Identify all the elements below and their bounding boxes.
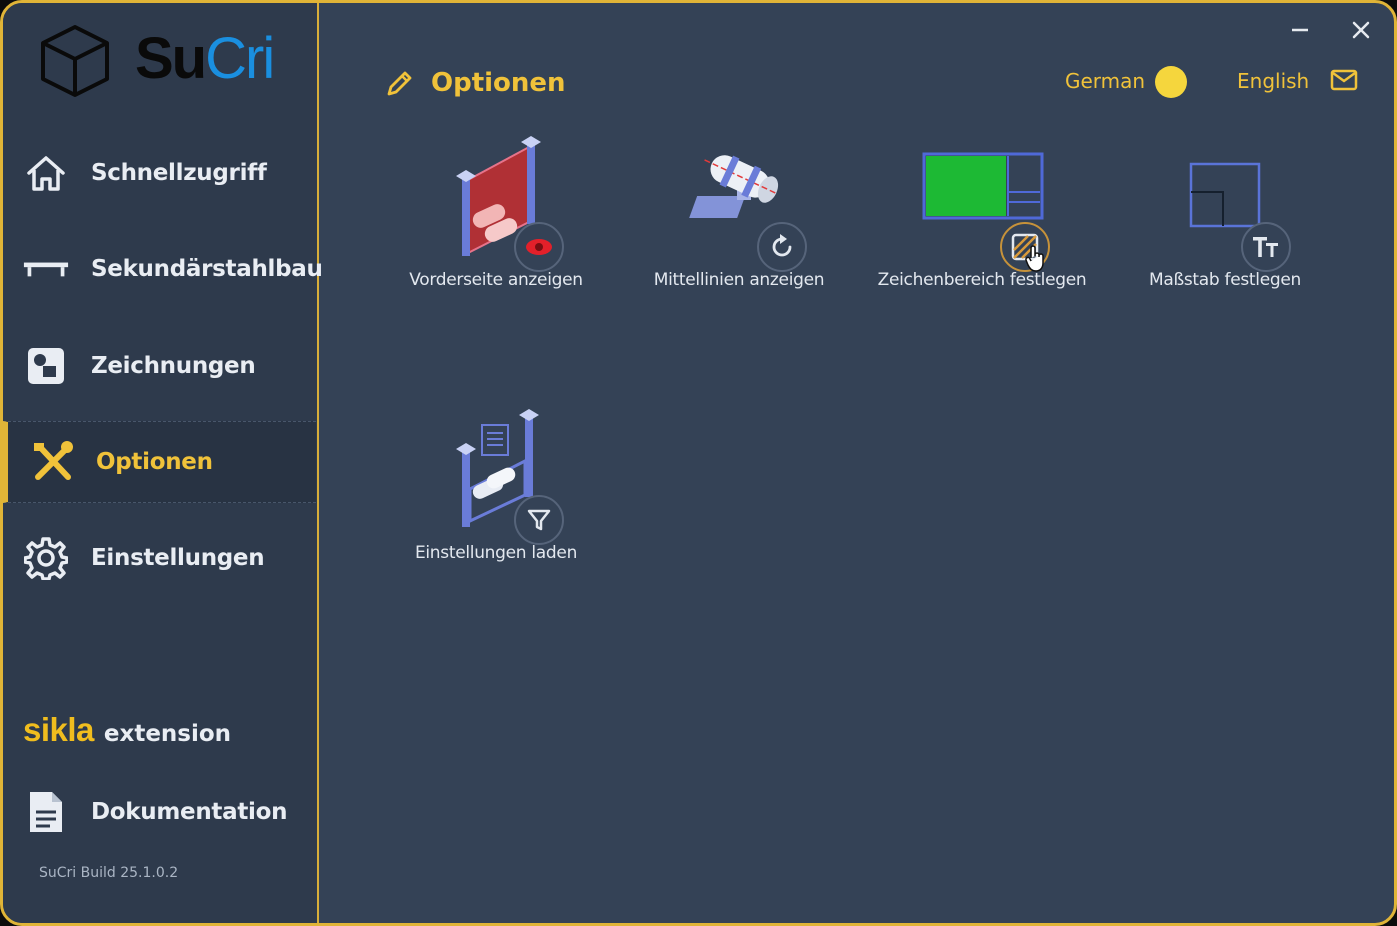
sidebar-item-label: Dokumentation — [91, 799, 288, 825]
drawing-icon — [23, 343, 69, 389]
front-view-illustration — [386, 136, 606, 272]
language-toggle[interactable] — [1155, 66, 1187, 98]
refresh-icon — [757, 222, 807, 272]
language-english[interactable]: English — [1237, 69, 1309, 93]
filter-icon — [514, 495, 564, 545]
scale-illustration — [1115, 136, 1335, 272]
minimize-button[interactable] — [1283, 13, 1317, 47]
drawing-area-illustration — [872, 136, 1092, 272]
sikla-logo: sikla — [23, 711, 94, 748]
tile-zeichenbereich-festlegen[interactable]: Zeichenbereich festlegen — [872, 136, 1092, 306]
tile-massstab-festlegen[interactable]: Maßstab festlegen — [1115, 136, 1335, 306]
sidebar-item-dokumentation[interactable]: Dokumentation — [3, 771, 316, 853]
build-version: SuCri Build 25.1.0.2 — [39, 865, 179, 881]
tile-mittellinien-anzeigen[interactable]: Mittellinien anzeigen — [629, 136, 849, 306]
close-button[interactable] — [1344, 13, 1378, 47]
sidebar: SuCri Schnellzugriff Sekundärstahlbau Ze… — [3, 3, 323, 923]
sikla-extension: sikla extension — [23, 711, 231, 749]
page-header: Optionen — [385, 61, 566, 105]
tile-vorderseite-anzeigen[interactable]: Vorderseite anzeigen — [386, 136, 606, 306]
logo: SuCri — [37, 23, 297, 103]
gear-icon — [23, 535, 69, 581]
sidebar-item-optionen[interactable]: Optionen — [3, 421, 316, 503]
sidebar-item-schnellzugriff[interactable]: Schnellzugriff — [3, 132, 316, 214]
sidebar-item-label: Sekundärstahlbau — [91, 256, 323, 282]
sidebar-item-sekundaerstahlbau[interactable]: Sekundärstahlbau — [3, 228, 323, 310]
sidebar-item-label: Zeichnungen — [91, 353, 256, 379]
mail-icon — [1330, 69, 1358, 91]
brand-cri: Cri — [205, 26, 275, 91]
document-icon — [23, 789, 69, 835]
tile-label: Mittellinien anzeigen — [653, 270, 825, 290]
sidebar-item-label: Optionen — [96, 449, 213, 475]
tile-label: Zeichenbereich festlegen — [877, 270, 1087, 290]
load-settings-illustration — [386, 409, 606, 545]
sidebar-item-zeichnungen[interactable]: Zeichnungen — [3, 325, 316, 407]
tile-label: Maßstab festlegen — [1148, 270, 1301, 290]
tools-icon — [30, 439, 76, 485]
page-title: Optionen — [431, 68, 566, 98]
centerline-illustration — [629, 136, 849, 272]
eye-icon — [514, 222, 564, 272]
beam-icon — [23, 246, 69, 292]
cube-logo-icon — [41, 25, 109, 97]
sidebar-item-label: Einstellungen — [91, 545, 265, 571]
extension-label: extension — [103, 721, 232, 747]
tile-einstellungen-laden[interactable]: Einstellungen laden — [386, 409, 606, 579]
tile-label: Vorderseite anzeigen — [409, 270, 583, 290]
tile-label: Einstellungen laden — [414, 543, 578, 563]
brand-name: SuCri — [135, 26, 275, 91]
text-size-icon — [1241, 222, 1291, 272]
language-german[interactable]: German — [1065, 69, 1145, 93]
brand-su: Su — [135, 26, 207, 91]
close-icon — [1352, 21, 1370, 39]
mail-button[interactable] — [1330, 69, 1358, 95]
cursor-hand-icon — [1025, 245, 1044, 272]
sidebar-item-label: Schnellzugriff — [91, 160, 267, 186]
minimize-icon — [1292, 28, 1308, 32]
pencil-icon — [387, 71, 412, 96]
home-icon — [23, 150, 69, 196]
sidebar-item-einstellungen[interactable]: Einstellungen — [3, 517, 316, 599]
app-window: SuCri Schnellzugriff Sekundärstahlbau Ze… — [0, 0, 1397, 926]
